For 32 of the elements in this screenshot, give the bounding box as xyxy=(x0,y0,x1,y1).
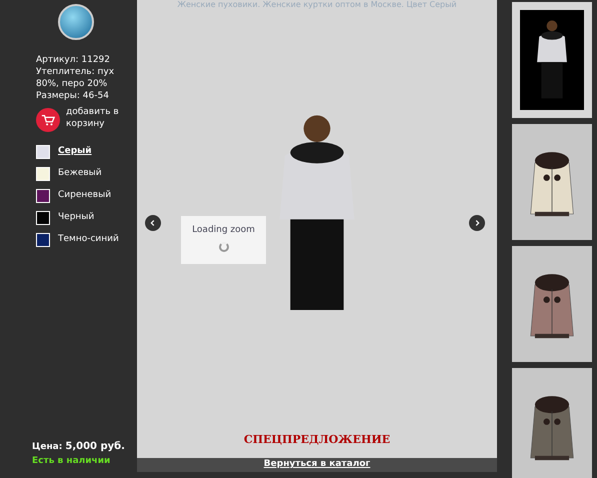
thumbnail[interactable] xyxy=(512,124,592,240)
thumbnail[interactable] xyxy=(512,368,592,478)
sizes-info: Размеры: 46-54 xyxy=(36,90,110,102)
special-offer-text: СПЕЦПРЕДЛОЖЕНИЕ xyxy=(244,432,390,448)
logo-icon[interactable] xyxy=(58,4,94,40)
chevron-left-icon xyxy=(149,219,157,227)
add-to-cart-link[interactable]: добавить в корзину xyxy=(66,106,122,130)
cart-icon[interactable] xyxy=(36,108,60,132)
color-swatch[interactable] xyxy=(36,233,50,247)
color-swatch[interactable] xyxy=(36,211,50,225)
color-option[interactable]: Черный xyxy=(58,211,94,225)
next-arrow-button[interactable] xyxy=(469,215,485,231)
loading-text: Loading zoom xyxy=(192,224,255,237)
page-caption: Женские пуховики. Женские куртки оптом в Москве. Цвет Серый xyxy=(177,0,457,10)
spinner-icon xyxy=(218,242,228,252)
thumbnail[interactable] xyxy=(512,246,592,362)
article-number: Артикул: 11292 xyxy=(36,54,111,66)
price-value: 5,000 руб. xyxy=(65,440,125,454)
color-option[interactable]: Темно-синий xyxy=(58,233,119,247)
chevron-right-icon xyxy=(473,219,481,227)
color-swatch[interactable] xyxy=(36,189,50,203)
color-swatch[interactable] xyxy=(36,145,50,159)
insulation-info: Утеплитель: пух 80%, перо 20% xyxy=(36,66,116,90)
availability-status: Есть в наличии xyxy=(32,454,112,468)
price-label: Цена: xyxy=(32,441,62,454)
thumbnail[interactable] xyxy=(512,2,592,118)
color-swatch[interactable] xyxy=(36,167,50,181)
color-option[interactable]: Сиреневый xyxy=(58,189,112,203)
color-option[interactable]: Бежевый xyxy=(58,167,102,181)
previous-arrow-button[interactable] xyxy=(145,215,161,231)
back-to-catalog-link[interactable]: Вернуться в каталог xyxy=(264,458,370,472)
color-option[interactable]: Серый xyxy=(58,145,92,159)
